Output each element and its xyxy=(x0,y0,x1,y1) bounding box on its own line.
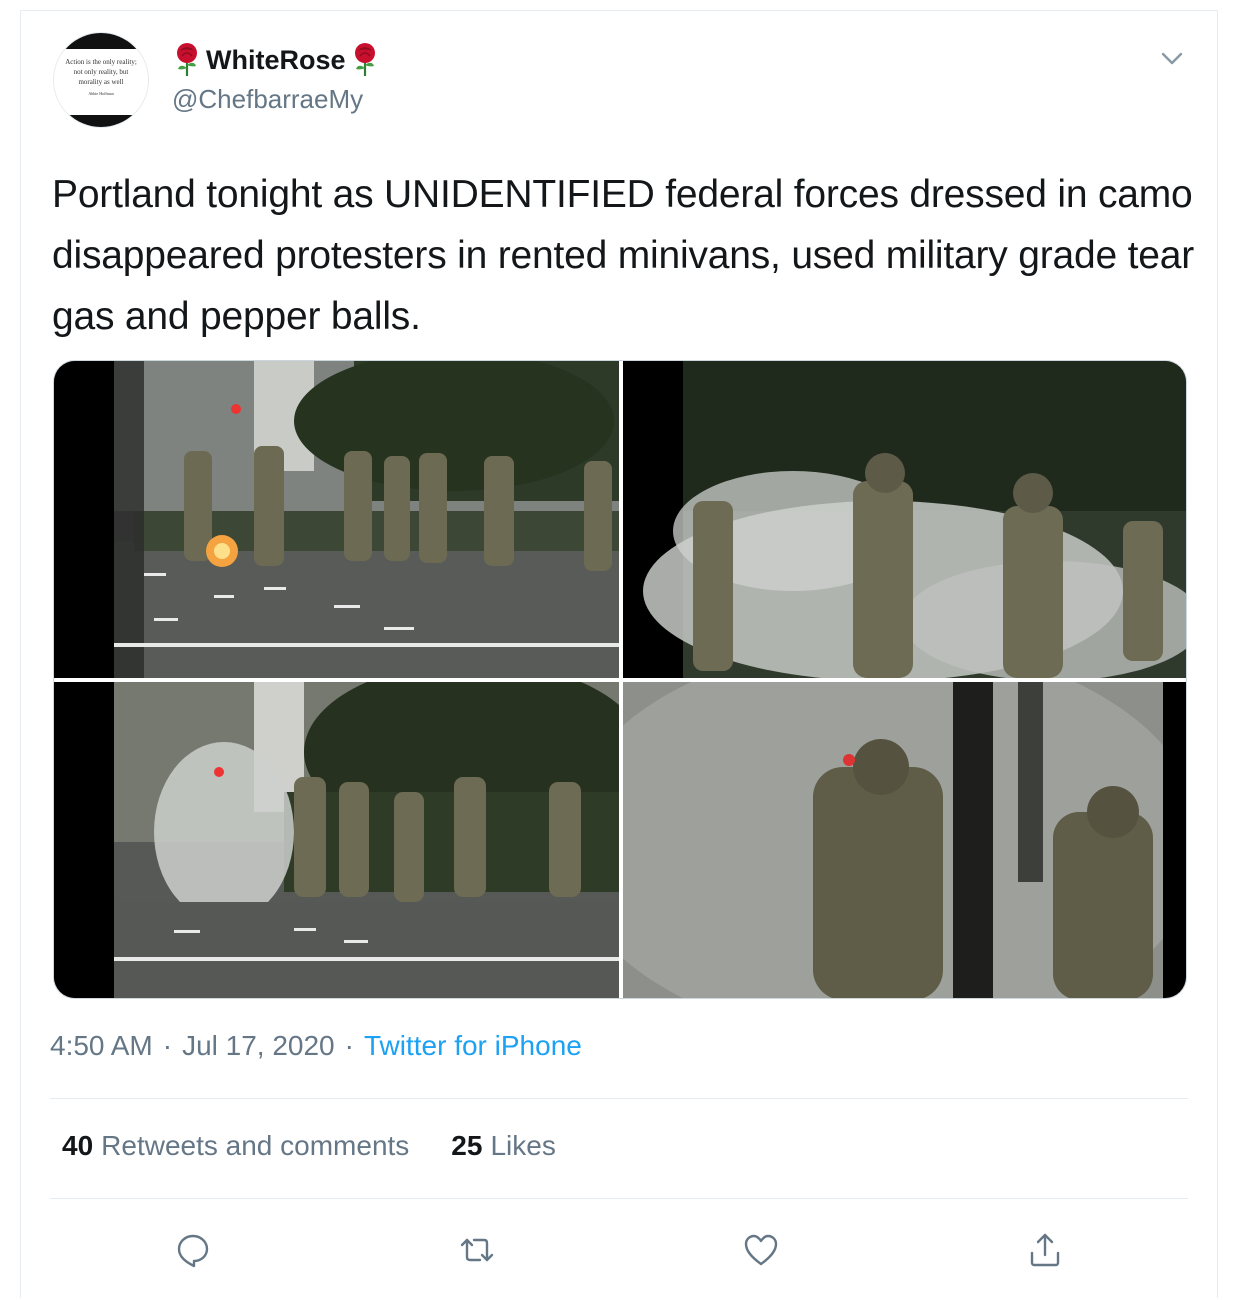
media-photo-2[interactable] xyxy=(623,361,1186,678)
like-button[interactable] xyxy=(739,1228,783,1272)
avatar-quote-attribution: Abbie Hoffman xyxy=(88,91,114,96)
media-photo-4[interactable] xyxy=(623,682,1186,998)
media-photo-3[interactable] xyxy=(54,682,619,998)
chevron-down-icon[interactable] xyxy=(1158,44,1186,72)
avatar-band-bottom xyxy=(54,115,148,127)
divider xyxy=(50,1098,1188,1099)
photo-2-image xyxy=(623,361,1186,678)
tweet-source-link[interactable]: Twitter for iPhone xyxy=(364,1030,582,1062)
share-button[interactable] xyxy=(1023,1228,1067,1272)
tweet-date[interactable]: Jul 17, 2020 xyxy=(182,1030,335,1062)
avatar[interactable]: Action is the only reality; not only rea… xyxy=(53,32,149,128)
avatar-band-top xyxy=(54,33,148,49)
tweet-stats: 40 Retweets and comments 25 Likes xyxy=(62,1130,556,1162)
retweet-icon xyxy=(460,1238,494,1262)
meta-separator: · xyxy=(344,1030,354,1061)
divider xyxy=(50,1198,1188,1199)
avatar-quote-text: Action is the only reality; not only rea… xyxy=(65,58,137,86)
display-name[interactable]: WhiteRose xyxy=(206,45,346,76)
reply-icon xyxy=(177,1234,209,1268)
likes-stat[interactable]: 25 Likes xyxy=(451,1130,556,1162)
tweet-time[interactable]: 4:50 AM xyxy=(50,1030,153,1062)
likes-count: 25 xyxy=(451,1130,483,1161)
tweet-meta: 4:50 AM · Jul 17, 2020 · Twitter for iPh… xyxy=(50,1030,582,1062)
user-handle[interactable]: @ChefbarraeMy xyxy=(172,84,363,115)
tweet-text: Portland tonight as UNIDENTIFIED federal… xyxy=(52,173,1195,338)
photo-3-image xyxy=(54,682,619,998)
retweets-stat[interactable]: 40 Retweets and comments xyxy=(62,1130,409,1162)
meta-separator: · xyxy=(162,1030,173,1061)
media-grid[interactable] xyxy=(53,360,1187,999)
likes-label: Likes xyxy=(490,1130,556,1161)
photo-4-image xyxy=(623,682,1186,998)
photo-1-image xyxy=(54,361,619,678)
display-name-row[interactable]: WhiteRose xyxy=(172,40,380,80)
retweets-count: 40 xyxy=(62,1130,94,1161)
heart-icon xyxy=(744,1234,778,1266)
reply-button[interactable] xyxy=(171,1228,215,1272)
retweet-button[interactable] xyxy=(455,1228,499,1272)
rose-emoji-icon xyxy=(177,43,197,76)
media-photo-1[interactable] xyxy=(54,361,619,678)
retweets-label: Retweets and comments xyxy=(101,1130,410,1161)
avatar-quote: Action is the only reality; not only rea… xyxy=(62,57,140,99)
rose-emoji-icon xyxy=(354,43,375,76)
share-icon xyxy=(1030,1233,1060,1267)
